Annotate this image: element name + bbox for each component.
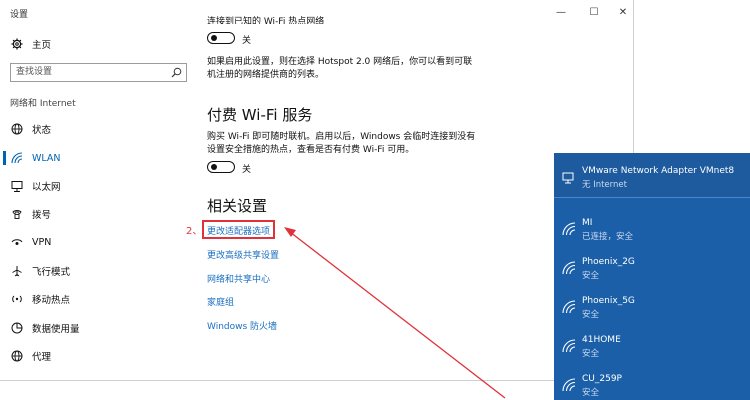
windows-firewall-link[interactable]: Windows 防火墙 <box>207 319 277 332</box>
group-label: 网络和 Internet <box>10 99 76 109</box>
wifi-icon <box>562 299 576 314</box>
wifi-icon <box>562 260 576 275</box>
wifi-icon <box>562 221 576 236</box>
active-indicator <box>3 151 6 165</box>
sidebar-item-label: 数据使用量 <box>32 324 80 335</box>
sidebar-item-vpn[interactable]: VPN <box>10 231 51 253</box>
search-input[interactable]: 查找设置 <box>10 63 187 82</box>
network-status: 安全 <box>582 388 600 398</box>
sidebar-item-label: 飞行模式 <box>32 267 71 278</box>
airplane-icon <box>10 264 24 278</box>
related-settings-heading: 相关设置 <box>207 197 268 215</box>
hotspot-description: 如果启用此设置，则在选择 Hotspot 2.0 网络后，你可以看到可联机注册的… <box>207 57 473 80</box>
sidebar-item-home[interactable]: 主页 <box>10 33 51 55</box>
network-name: Phoenix_5G <box>582 296 635 306</box>
network-sharing-center-link[interactable]: 网络和共享中心 <box>207 272 270 285</box>
network-status: 安全 <box>582 310 600 320</box>
wifi-icon <box>10 151 24 165</box>
hotspot-toggle[interactable] <box>207 32 235 44</box>
network-name: 41HOME <box>582 335 621 345</box>
toggle-knob <box>211 163 217 170</box>
sidebar-item-status[interactable]: 状态 <box>10 118 51 140</box>
wifi-icon <box>562 338 576 353</box>
sidebar-item-label: WLAN <box>32 152 61 164</box>
gear-icon <box>10 37 24 51</box>
paid-wifi-toggle-label: 关 <box>242 165 252 175</box>
cut-off-setting-text: 连接到已知的 Wi-Fi 热点网络 <box>207 17 325 24</box>
sidebar-item-proxy[interactable]: 代理 <box>10 345 51 367</box>
network-flyout: VMware Network Adapter VMnet8 无 Internet… <box>554 153 750 400</box>
paid-wifi-description: 购买 Wi-Fi 即可随时联机。启用以后，Windows 会临时连接到没有设置安… <box>207 132 476 155</box>
window-title: 设置 <box>10 10 29 20</box>
close-button[interactable]: ✕ <box>612 4 634 22</box>
network-status: 已连接，安全 <box>582 232 634 242</box>
paid-wifi-toggle[interactable] <box>207 161 235 173</box>
phone-icon <box>10 207 24 221</box>
network-name: Phoenix_2G <box>582 257 635 267</box>
toggle-knob <box>211 34 217 41</box>
network-status: 安全 <box>582 271 600 281</box>
step-annotation: 2、 <box>186 226 203 237</box>
hotspot-toggle-label: 关 <box>242 36 252 46</box>
sidebar-item-label: VPN <box>32 236 52 248</box>
network-name: CU_259P <box>582 374 622 384</box>
search-placeholder: 查找设置 <box>16 67 53 77</box>
sidebar-item-label: 拨号 <box>32 210 52 221</box>
network-name: MI <box>582 218 593 228</box>
sidebar-item-ethernet[interactable]: 以太网 <box>10 175 61 197</box>
sidebar-item-dialup[interactable]: 拨号 <box>10 203 51 225</box>
sidebar-item-label: 移动热点 <box>32 295 71 306</box>
sidebar-item-hotspot[interactable]: 移动热点 <box>10 288 70 310</box>
sidebar-item-label: 代理 <box>32 352 52 363</box>
sidebar-item-airplane[interactable]: 飞行模式 <box>10 260 70 282</box>
advanced-sharing-link[interactable]: 更改高级共享设置 <box>207 248 279 261</box>
adapter-name: VMware Network Adapter VMnet8 <box>582 166 735 176</box>
minimize-button[interactable]: — <box>550 4 572 22</box>
globe-icon <box>10 122 24 136</box>
settings-window: 设置 — ☐ ✕ 主页 查找设置 网络和 Internet 状态 WLAN 以太… <box>0 0 634 381</box>
ethernet-icon <box>562 170 576 184</box>
paid-wifi-heading: 付费 Wi-Fi 服务 <box>207 106 313 124</box>
hotspot-icon <box>10 292 24 306</box>
sidebar-item-data-usage[interactable]: 数据使用量 <box>10 317 80 339</box>
sidebar-item-label: 以太网 <box>32 182 61 193</box>
ethernet-icon <box>10 179 24 193</box>
adapter-item[interactable]: VMware Network Adapter VMnet8 无 Internet <box>554 153 750 197</box>
globe-icon <box>10 349 24 363</box>
divider <box>554 197 750 198</box>
network-status: 安全 <box>582 349 600 359</box>
sidebar-item-label: 状态 <box>32 125 52 136</box>
sidebar-item-wlan[interactable]: WLAN <box>10 147 61 169</box>
maximize-button[interactable]: ☐ <box>583 4 605 22</box>
sidebar-home-label: 主页 <box>32 40 52 51</box>
data-usage-icon <box>10 321 24 335</box>
vpn-icon <box>10 235 24 249</box>
change-adapter-options-link[interactable]: 更改适配器选项 <box>207 224 270 237</box>
search-icon[interactable] <box>171 67 182 78</box>
adapter-status: 无 Internet <box>582 180 627 190</box>
homegroup-link[interactable]: 家庭组 <box>207 295 234 308</box>
wifi-icon <box>562 377 576 392</box>
